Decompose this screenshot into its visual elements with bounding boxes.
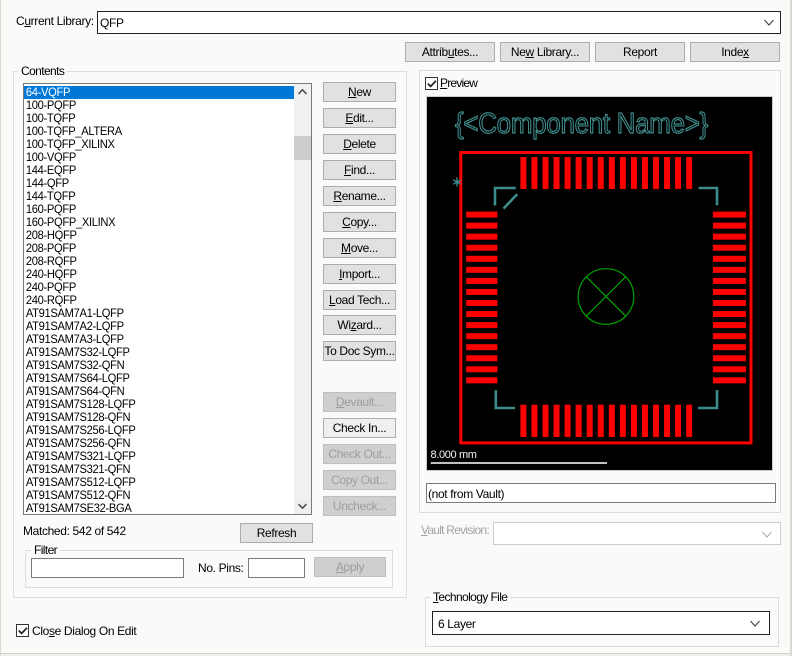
svg-text:8.000 mm: 8.000 mm — [431, 449, 477, 461]
svg-text:{<Component Name>}: {<Component Name>} — [455, 108, 709, 140]
